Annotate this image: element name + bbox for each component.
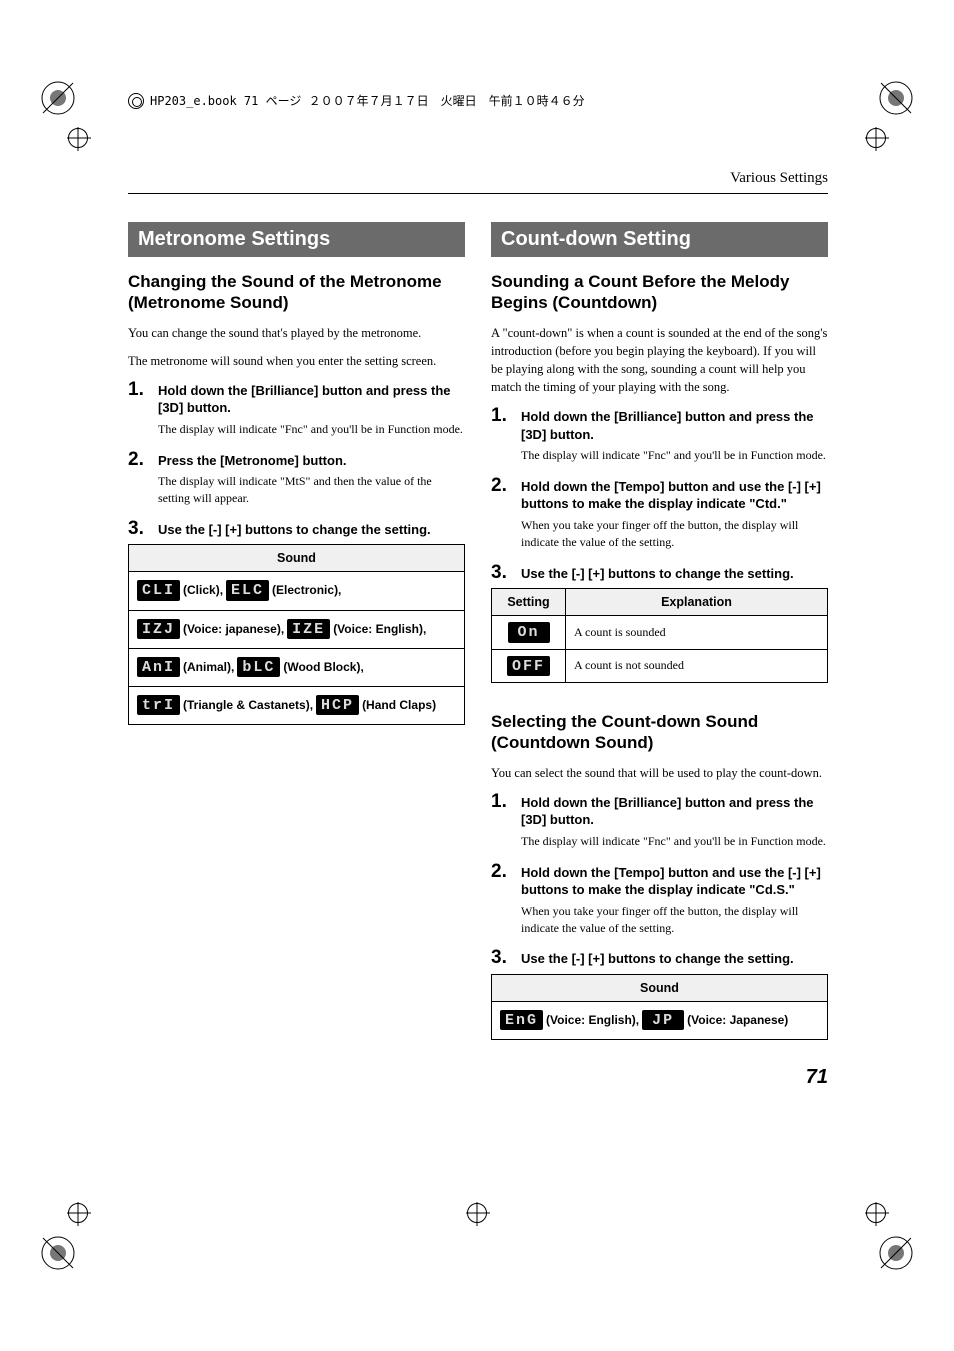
sound-label: (Animal), [183,660,234,674]
step-1: 1. Hold down the [Brilliance] button and… [128,380,465,417]
lcd-code: IZE [287,619,330,640]
section-title-metronome: Metronome Settings [128,222,465,257]
print-corner-icon [876,78,916,118]
registration-mark [68,1203,88,1223]
lcd-code: OFF [507,656,550,677]
lcd-code: ELC [226,580,269,601]
step-1: 1. Hold down the [Brilliance] button and… [491,406,828,443]
step-2: 2. Hold down the [Tempo] button and use … [491,862,828,899]
step-number: 3. [491,563,513,582]
sound-label: (Click), [183,583,223,597]
step-number: 2. [128,450,150,469]
sound-table-header: Sound [492,974,828,1001]
print-header: HP203_e.book 71 ページ ２００７年７月１７日 火曜日 午前１０時… [128,92,585,109]
left-column: Metronome Settings Changing the Sound of… [128,222,465,1089]
step-2: 2. Press the [Metronome] button. [128,450,465,470]
section-title-countdown: Count-down Setting [491,222,828,257]
step-instruction: Press the [Metronome] button. [158,452,347,470]
lcd-code: IZJ [137,619,180,640]
lcd-code: trI [137,695,180,716]
page-number: 71 [491,1066,828,1089]
sound-label: (Voice: japanese), [183,622,284,636]
registration-mark [467,1203,487,1223]
step-instruction: Hold down the [Tempo] button and use the… [521,478,828,513]
print-corner-icon [876,1233,916,1273]
step-note: The display will indicate "Fnc" and you'… [521,833,828,850]
sound-table: Sound CLI (Click), ELC (Electronic), IZJ… [128,544,465,725]
intro-text: You can change the sound that's played b… [128,324,465,342]
step-1: 1. Hold down the [Brilliance] button and… [491,792,828,829]
subhead-countdown-sound: Selecting the Count-down Sound (Countdow… [491,711,828,754]
sound-row: EnG (Voice: English), JP (Voice: Japanes… [492,1001,828,1039]
step-note: The display will indicate "Fnc" and you'… [158,421,465,438]
step-note: The display will indicate "MtS" and then… [158,473,465,507]
sound-row: CLI (Click), ELC (Electronic), [129,572,465,610]
print-corner-icon [38,78,78,118]
lcd-code: JP [642,1010,684,1031]
sound-row: IZJ (Voice: japanese), IZE (Voice: Engli… [129,610,465,648]
running-head: Various Settings [128,170,828,194]
intro-text: A "count-down" is when a count is sounde… [491,324,828,397]
registration-mark [68,128,88,148]
sound-row: AnI (Animal), bLC (Wood Block), [129,648,465,686]
sound-label: (Voice: English), [333,622,426,636]
subhead-countdown: Sounding a Count Before the Melody Begin… [491,271,828,314]
table-header-setting: Setting [492,589,566,616]
lcd-code: On [508,622,550,643]
table-row: OFF A count is not sounded [492,649,828,683]
step-number: 2. [491,476,513,495]
intro-text: You can select the sound that will be us… [491,764,828,782]
table-cell: A count is not sounded [566,649,828,683]
step-number: 2. [491,862,513,881]
step-2: 2. Hold down the [Tempo] button and use … [491,476,828,513]
sound-label: (Wood Block), [283,660,363,674]
subhead-metronome-sound: Changing the Sound of the Metronome (Met… [128,271,465,314]
step-number: 1. [491,792,513,811]
step-instruction: Hold down the [Brilliance] button and pr… [158,382,465,417]
table-header-explanation: Explanation [566,589,828,616]
countdown-sound-table: Sound EnG (Voice: English), JP (Voice: J… [491,974,828,1040]
lcd-code: CLI [137,580,180,601]
sound-label: (Voice: Japanese) [687,1013,788,1027]
step-note: When you take your finger off the button… [521,517,828,551]
lcd-code: bLC [237,657,280,678]
step-instruction: Hold down the [Brilliance] button and pr… [521,794,828,829]
step-instruction: Use the [-] [+] buttons to change the se… [521,950,794,968]
step-number: 3. [128,519,150,538]
sound-label: (Triangle & Castanets), [183,698,313,712]
sound-table-header: Sound [129,545,465,572]
lcd-code: HCP [316,695,359,716]
registration-mark [866,128,886,148]
step-note: When you take your finger off the button… [521,903,828,937]
step-number: 3. [491,948,513,967]
print-corner-icon [38,1233,78,1273]
step-number: 1. [128,380,150,399]
step-3: 3. Use the [-] [+] buttons to change the… [491,948,828,968]
table-row: On A count is sounded [492,616,828,650]
sound-label: (Electronic), [272,583,341,597]
registration-mark [866,1203,886,1223]
step-instruction: Hold down the [Brilliance] button and pr… [521,408,828,443]
step-note: The display will indicate "Fnc" and you'… [521,447,828,464]
lcd-code: AnI [137,657,180,678]
step-number: 1. [491,406,513,425]
ring-icon [128,93,144,109]
sound-label: (Voice: English), [546,1013,639,1027]
countdown-table: Setting Explanation On A count is sounde… [491,588,828,683]
sound-row: trI (Triangle & Castanets), HCP (Hand Cl… [129,686,465,724]
print-header-text: HP203_e.book 71 ページ ２００７年７月１７日 火曜日 午前１０時… [150,92,585,109]
step-3: 3. Use the [-] [+] buttons to change the… [491,563,828,583]
step-instruction: Hold down the [Tempo] button and use the… [521,864,828,899]
right-column: Count-down Setting Sounding a Count Befo… [491,222,828,1089]
lcd-code: EnG [500,1010,543,1031]
step-3: 3. Use the [-] [+] buttons to change the… [128,519,465,539]
sound-label: (Hand Claps) [362,698,436,712]
step-instruction: Use the [-] [+] buttons to change the se… [521,565,794,583]
table-cell: A count is sounded [566,616,828,650]
step-instruction: Use the [-] [+] buttons to change the se… [158,521,431,539]
intro-text: The metronome will sound when you enter … [128,352,465,370]
